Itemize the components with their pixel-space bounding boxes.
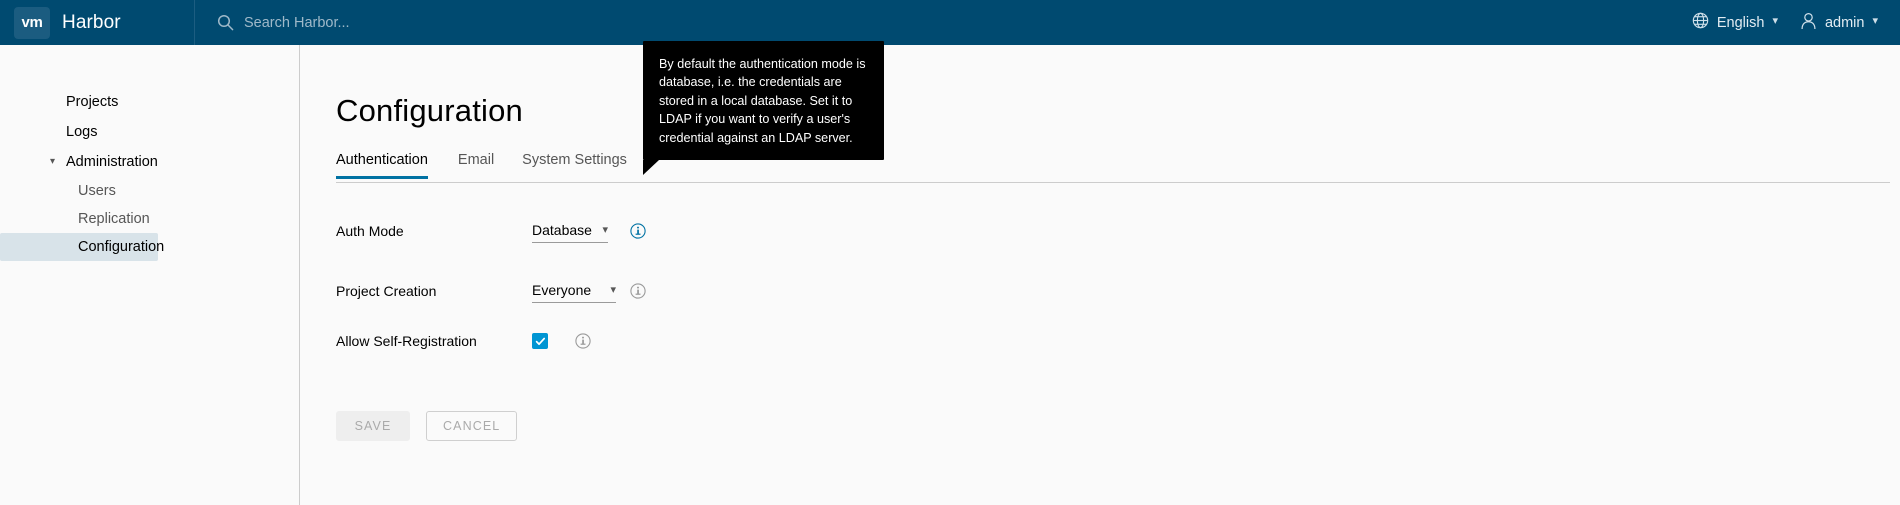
sidebar-item-label: Users xyxy=(78,183,116,199)
auth-mode-row: Auth Mode Database ▾ xyxy=(336,219,1900,243)
sidebar-item-projects[interactable]: Projects xyxy=(0,87,299,117)
vmware-logo-text: vm xyxy=(21,14,43,31)
self-registration-label: Allow Self-Registration xyxy=(336,333,477,349)
main-content: By default the authentication mode is da… xyxy=(300,41,1900,505)
tab-bar: Authentication Email System Settings xyxy=(336,151,1890,183)
search-area[interactable] xyxy=(195,0,1692,45)
user-menu[interactable]: admin ▾ xyxy=(1800,12,1878,34)
project-creation-value: Everyone xyxy=(532,282,592,298)
chevron-down-icon: ▾ xyxy=(610,283,616,296)
sidebar-item-administration[interactable]: ▾ Administration xyxy=(0,147,299,177)
auth-mode-info-icon[interactable] xyxy=(630,223,646,239)
app-title: Harbor xyxy=(62,11,121,33)
username-label: admin xyxy=(1824,14,1865,31)
project-creation-label: Project Creation xyxy=(336,283,437,299)
auth-mode-select[interactable]: Database ▾ xyxy=(532,220,608,243)
globe-icon xyxy=(1692,12,1709,33)
sidebar-item-logs[interactable]: Logs xyxy=(0,117,299,147)
chevron-down-icon: ▾ xyxy=(50,156,56,167)
header-actions: English ▾ admin ▾ xyxy=(1692,0,1900,45)
cancel-button[interactable]: CANCEL xyxy=(426,411,518,441)
chevron-down-icon: ▾ xyxy=(1872,15,1878,27)
auth-mode-value: Database xyxy=(532,222,592,238)
self-registration-checkbox[interactable] xyxy=(532,333,548,349)
sidebar: Projects Logs ▾ Administration Users Rep… xyxy=(0,45,300,505)
project-creation-select[interactable]: Everyone ▾ xyxy=(532,280,616,303)
chevron-down-icon: ▾ xyxy=(602,223,608,236)
sidebar-nav: Projects Logs ▾ Administration Users Rep… xyxy=(0,87,299,261)
sidebar-item-label: Administration xyxy=(66,154,158,170)
project-creation-info-icon[interactable] xyxy=(630,283,646,299)
tab-authentication[interactable]: Authentication xyxy=(336,151,444,179)
self-registration-row: Allow Self-Registration xyxy=(336,329,1900,353)
tab-label: Email xyxy=(457,152,495,168)
configuration-form: Auth Mode Database ▾ Project Creation Ev… xyxy=(336,219,1900,441)
auth-mode-tooltip: By default the authentication mode is da… xyxy=(643,41,884,176)
sidebar-item-label: Configuration xyxy=(78,239,165,255)
page-body: Projects Logs ▾ Administration Users Rep… xyxy=(0,41,1900,505)
sidebar-item-configuration[interactable]: Configuration xyxy=(0,233,164,261)
brand-area[interactable]: vm Harbor xyxy=(0,0,194,45)
app-header: vm Harbor English ▾ xyxy=(0,0,1900,45)
language-label: English xyxy=(1716,14,1765,31)
chevron-down-icon: ▾ xyxy=(1772,15,1778,27)
sidebar-item-label: Projects xyxy=(66,94,119,110)
sidebar-item-users[interactable]: Users xyxy=(0,177,158,205)
page-title: Configuration xyxy=(336,93,523,128)
save-button[interactable]: SAVE xyxy=(336,411,410,441)
sidebar-item-replication[interactable]: Replication xyxy=(0,205,158,233)
sidebar-item-label: Logs xyxy=(66,124,98,140)
form-actions: SAVE CANCEL xyxy=(336,411,1900,441)
tab-label: Authentication xyxy=(336,152,428,168)
tab-email[interactable]: Email xyxy=(444,151,508,178)
tab-system-settings[interactable]: System Settings xyxy=(508,151,641,178)
auth-mode-label: Auth Mode xyxy=(336,223,404,239)
tab-label: System Settings xyxy=(522,152,627,168)
vmware-logo-icon: vm xyxy=(14,6,50,39)
user-avatar-icon xyxy=(1800,12,1817,34)
language-selector[interactable]: English ▾ xyxy=(1692,12,1778,33)
search-icon xyxy=(217,14,234,31)
search-input[interactable] xyxy=(244,14,544,31)
project-creation-row: Project Creation Everyone ▾ xyxy=(336,279,1900,303)
self-registration-info-icon[interactable] xyxy=(575,333,591,349)
sidebar-item-label: Replication xyxy=(78,211,150,227)
